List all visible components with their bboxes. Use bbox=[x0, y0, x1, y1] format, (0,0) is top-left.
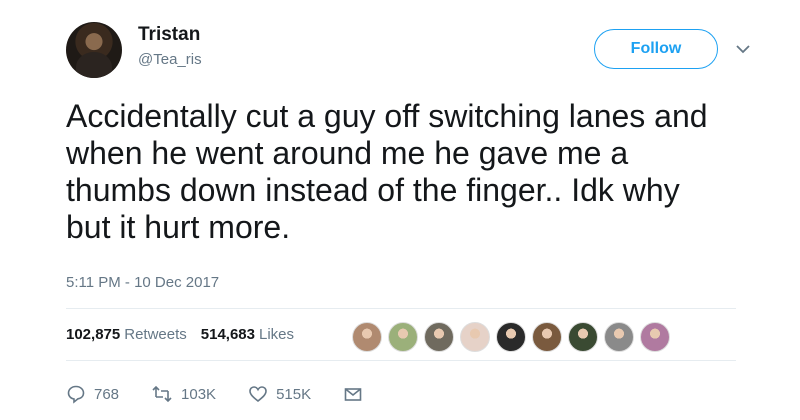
liker-avatar[interactable] bbox=[352, 322, 382, 352]
likes-label: Likes bbox=[259, 326, 295, 343]
like-action-count: 515K bbox=[276, 385, 312, 403]
reply-count: 768 bbox=[94, 385, 120, 403]
chevron-down-icon[interactable] bbox=[733, 39, 753, 59]
likes-stat[interactable]: 514,683 Likes bbox=[201, 326, 294, 343]
liker-avatars bbox=[352, 322, 670, 352]
retweets-stat[interactable]: 102,875 Retweets bbox=[66, 326, 187, 343]
tweet-text: Accidentally cut a guy off switching lan… bbox=[66, 98, 708, 245]
like-button[interactable]: 515K bbox=[248, 384, 311, 404]
heart-icon bbox=[248, 384, 268, 404]
retweet-action-count: 103K bbox=[181, 385, 217, 403]
liker-avatar[interactable] bbox=[496, 322, 526, 352]
user-handle[interactable]: @Tea_ris bbox=[138, 51, 202, 68]
retweet-icon bbox=[151, 384, 173, 404]
reply-button[interactable]: 768 bbox=[66, 384, 119, 404]
message-button[interactable] bbox=[343, 384, 363, 404]
retweets-label: Retweets bbox=[124, 326, 187, 343]
follow-button[interactable]: Follow bbox=[594, 29, 718, 69]
envelope-icon bbox=[343, 384, 363, 404]
tweet-timestamp[interactable]: 5:11 PM - 10 Dec 2017 bbox=[66, 274, 219, 291]
divider bbox=[66, 360, 736, 361]
tweet-stats: 102,875 Retweets 514,683 Likes bbox=[66, 326, 294, 343]
divider bbox=[66, 308, 736, 309]
retweets-count: 102,875 bbox=[66, 326, 121, 343]
user-name[interactable]: Tristan bbox=[138, 24, 200, 46]
liker-avatar[interactable] bbox=[568, 322, 598, 352]
likes-count: 514,683 bbox=[200, 326, 255, 343]
avatar[interactable] bbox=[66, 22, 122, 78]
reply-icon bbox=[66, 384, 86, 404]
liker-avatar[interactable] bbox=[604, 322, 634, 352]
liker-avatar[interactable] bbox=[532, 322, 562, 352]
liker-avatar[interactable] bbox=[640, 322, 670, 352]
liker-avatar[interactable] bbox=[424, 322, 454, 352]
tweet-actions: 768 103K 515K bbox=[66, 384, 395, 404]
liker-avatar[interactable] bbox=[388, 322, 418, 352]
retweet-button[interactable]: 103K bbox=[151, 384, 216, 404]
liker-avatar[interactable] bbox=[460, 322, 490, 352]
